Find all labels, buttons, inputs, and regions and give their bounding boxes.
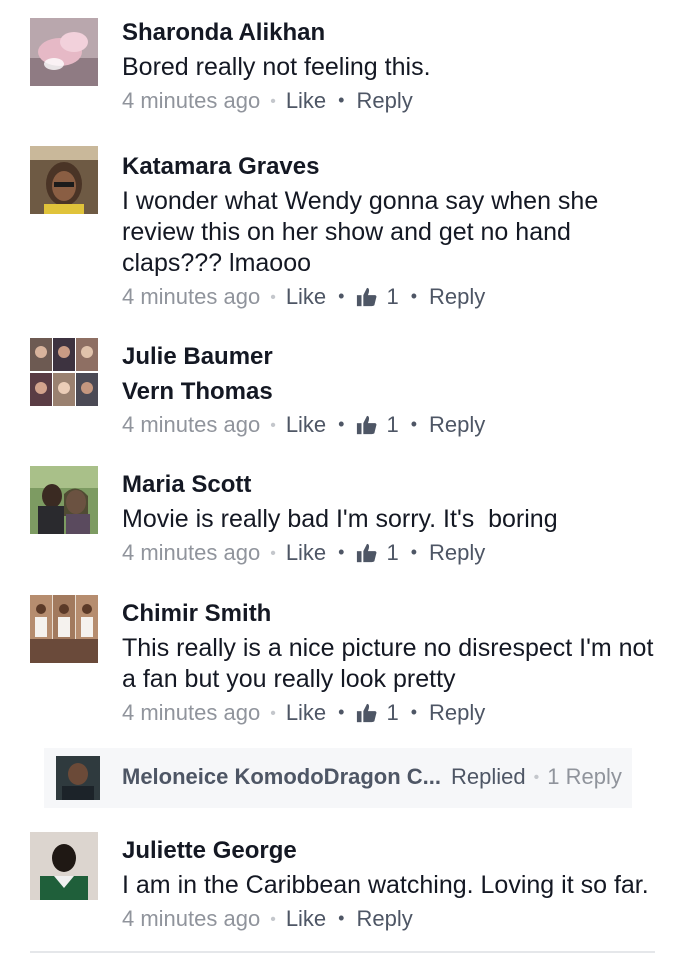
comment-meta: 4 minutes ago • Like • 1 • Reply [122,697,665,729]
separator-dot: • [338,702,345,722]
reply-button[interactable]: Reply [356,906,412,931]
thumbs-up-icon [356,542,378,564]
reply-button[interactable]: Reply [429,284,485,309]
comment-timestamp: 4 minutes ago [122,906,261,931]
separator-dot: • [410,286,418,306]
separator-dot: • [270,705,276,722]
separator-dot: • [533,769,540,786]
separator-dot: • [338,908,345,928]
like-count[interactable]: 1 [356,700,399,725]
separator-dot: • [338,90,345,110]
reply-author[interactable]: Meloneice KomodoDragon C... [122,764,441,789]
replied-label: Replied [451,764,526,789]
comment-text: Vern Thomas [122,378,273,405]
avatar[interactable] [30,18,98,86]
like-count[interactable]: 1 [356,284,399,309]
separator-dot: • [270,911,276,928]
thumbs-up-icon [356,414,378,436]
separator-dot: • [410,414,418,434]
like-count-value: 1 [386,700,399,725]
separator-dot: • [270,417,276,434]
avatar[interactable] [30,338,98,406]
like-button[interactable]: Like [286,412,326,437]
separator-dot: • [338,286,345,306]
comment-author[interactable]: Sharonda Alikhan [122,18,665,48]
comment-author[interactable]: Julie Baumer [122,342,665,372]
comment-author[interactable]: Katamara Graves [122,152,665,182]
like-button[interactable]: Like [286,540,326,565]
comment-meta: 4 minutes ago • Like • 1 • Reply [122,281,665,313]
reply-button[interactable]: Reply [429,412,485,437]
reply-count[interactable]: 1 Reply [547,764,622,789]
comment-meta: 4 minutes ago • Like • 1 • Reply [122,409,665,441]
comment-text: Bored really not feeling this. [122,53,431,81]
like-button[interactable]: Like [286,700,326,725]
avatar[interactable] [30,146,98,214]
comment-timestamp: 4 minutes ago [122,700,261,725]
comment-timestamp: 4 minutes ago [122,412,261,437]
thumbs-up-icon [356,286,378,308]
comment-text: Movie is really bad I'm sorry. It's bori… [122,505,558,533]
separator-dot: • [338,414,345,434]
comment-author[interactable]: Chimir Smith [122,599,665,629]
like-button[interactable]: Like [286,88,326,113]
comment-text: I wonder what Wendy gonna say when she r… [122,187,599,277]
comment-timestamp: 4 minutes ago [122,540,261,565]
avatar[interactable] [30,466,98,534]
like-button[interactable]: Like [286,906,326,931]
separator-dot: • [410,702,418,722]
avatar[interactable] [30,595,98,663]
like-count-value: 1 [386,412,399,437]
separator-dot: • [410,542,418,562]
reply-button[interactable]: Reply [356,88,412,113]
comment-author[interactable]: Juliette George [122,836,665,866]
comment-text: I am in the Caribbean watching. Loving i… [122,871,649,899]
comment-timestamp: 4 minutes ago [122,88,261,113]
like-count-value: 1 [386,284,399,309]
comment-meta: 4 minutes ago • Like • Reply [122,85,665,117]
separator-dot: • [270,93,276,110]
reply-button[interactable]: Reply [429,540,485,565]
replies-summary[interactable]: Meloneice KomodoDragon C... Replied • 1 Rep… [122,762,622,793]
comment-timestamp: 4 minutes ago [122,284,261,309]
comment-meta: 4 minutes ago • Like • 1 • Reply [122,537,665,569]
avatar[interactable] [30,832,98,900]
comment-author[interactable]: Maria Scott [122,470,665,500]
separator-dot: • [338,542,345,562]
comment-text: This really is a nice picture no disresp… [122,634,654,693]
like-button[interactable]: Like [286,284,326,309]
divider [30,951,655,953]
separator-dot: • [270,545,276,562]
like-count-value: 1 [386,540,399,565]
comment-meta: 4 minutes ago • Like • Reply [122,903,665,935]
avatar [56,756,100,800]
like-count[interactable]: 1 [356,540,399,565]
like-count[interactable]: 1 [356,412,399,437]
reply-button[interactable]: Reply [429,700,485,725]
thumbs-up-icon [356,702,378,724]
separator-dot: • [270,289,276,306]
view-replies-bar[interactable]: Meloneice KomodoDragon C... Replied • 1 Rep… [44,748,632,808]
